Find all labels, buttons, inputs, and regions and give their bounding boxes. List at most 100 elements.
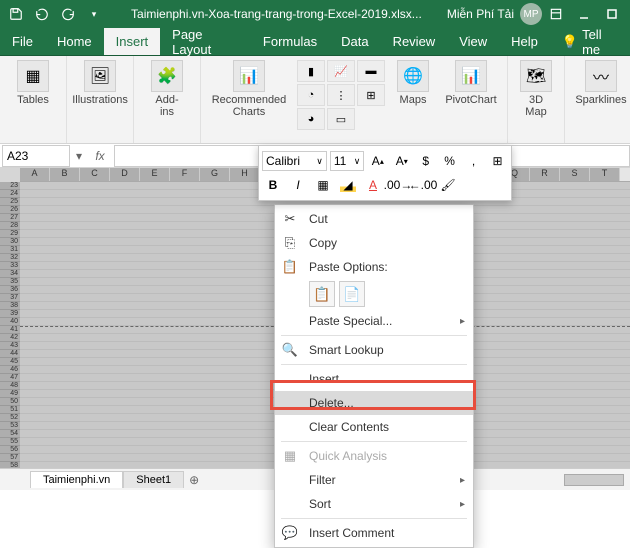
increase-decimal-button[interactable]: .00→ bbox=[387, 175, 409, 195]
row-header[interactable]: 52 bbox=[0, 414, 20, 422]
qat-customize-button[interactable]: ▾ bbox=[82, 2, 106, 26]
context-delete[interactable]: Delete... bbox=[275, 391, 473, 415]
context-copy[interactable]: ⎘Copy bbox=[275, 231, 473, 255]
row-header[interactable]: 24 bbox=[0, 190, 20, 198]
illustrations-button[interactable]: 🖼Illustrations bbox=[73, 60, 127, 106]
tab-file[interactable]: File bbox=[0, 28, 45, 55]
row-header[interactable]: 44 bbox=[0, 350, 20, 358]
column-header[interactable]: H bbox=[230, 168, 260, 181]
row-header[interactable]: 25 bbox=[0, 198, 20, 206]
column-header[interactable]: F bbox=[170, 168, 200, 181]
tab-review[interactable]: Review bbox=[381, 28, 448, 55]
column-header[interactable]: B bbox=[50, 168, 80, 181]
context-smart-lookup[interactable]: 🔍Smart Lookup bbox=[275, 338, 473, 362]
tab-page-layout[interactable]: Page Layout bbox=[160, 28, 251, 55]
context-filter[interactable]: Filter▸ bbox=[275, 468, 473, 492]
pie-chart-button[interactable]: ◕ bbox=[297, 108, 325, 130]
row-header[interactable]: 42 bbox=[0, 334, 20, 342]
border-button[interactable]: ▦ bbox=[312, 175, 334, 195]
tab-formulas[interactable]: Formulas bbox=[251, 28, 329, 55]
bar-chart-button[interactable]: ▮ bbox=[297, 60, 325, 82]
column-header[interactable]: R bbox=[530, 168, 560, 181]
row-header[interactable]: 23 bbox=[0, 182, 20, 190]
waterfall-chart-button[interactable]: ▬ bbox=[357, 60, 385, 82]
scatter-chart-button[interactable]: ⋮ bbox=[327, 84, 355, 106]
line-chart-button[interactable]: 📈 bbox=[327, 60, 355, 82]
percent-format-button[interactable]: % bbox=[439, 151, 460, 171]
ribbon-options-button[interactable] bbox=[542, 2, 570, 26]
3d-map-button[interactable]: 🗺3D Map bbox=[514, 60, 558, 118]
row-header[interactable]: 50 bbox=[0, 398, 20, 406]
column-header[interactable]: T bbox=[590, 168, 620, 181]
row-header[interactable]: 38 bbox=[0, 302, 20, 310]
row-header[interactable]: 57 bbox=[0, 454, 20, 462]
account-area[interactable]: Miễn Phí Tải MP bbox=[447, 3, 542, 25]
name-box[interactable]: A23 bbox=[2, 145, 70, 167]
row-header[interactable]: 46 bbox=[0, 366, 20, 374]
italic-button[interactable]: I bbox=[287, 175, 309, 195]
font-size-selector[interactable]: 11 ∨ bbox=[330, 151, 365, 171]
row-header[interactable]: 40 bbox=[0, 318, 20, 326]
row-header[interactable]: 31 bbox=[0, 246, 20, 254]
conditional-format-button[interactable]: ⊞ bbox=[487, 151, 508, 171]
comma-format-button[interactable]: , bbox=[463, 151, 484, 171]
row-header[interactable]: 37 bbox=[0, 294, 20, 302]
row-header[interactable]: 39 bbox=[0, 310, 20, 318]
row-header[interactable]: 54 bbox=[0, 430, 20, 438]
column-header[interactable]: C bbox=[80, 168, 110, 181]
row-header[interactable]: 55 bbox=[0, 438, 20, 446]
maps-button[interactable]: 🌐Maps bbox=[391, 60, 435, 106]
column-header[interactable]: E bbox=[140, 168, 170, 181]
context-insert-comment[interactable]: 💬Insert Comment bbox=[275, 521, 473, 545]
row-header[interactable]: 56 bbox=[0, 446, 20, 454]
tab-data[interactable]: Data bbox=[329, 28, 380, 55]
combo-chart-button[interactable]: ⊞ bbox=[357, 84, 385, 106]
sheet-tab-1[interactable]: Taimienphi.vn bbox=[30, 471, 123, 488]
redo-button[interactable] bbox=[56, 2, 80, 26]
decrease-decimal-button[interactable]: ←.00 bbox=[412, 175, 434, 195]
tab-home[interactable]: Home bbox=[45, 28, 104, 55]
column-header[interactable]: A bbox=[20, 168, 50, 181]
context-paste-special[interactable]: Paste Special...▸ bbox=[275, 309, 473, 333]
row-header[interactable]: 28 bbox=[0, 222, 20, 230]
decrease-font-button[interactable]: A▾ bbox=[391, 151, 412, 171]
paste-values-button[interactable]: 📄 bbox=[339, 281, 365, 307]
row-header[interactable]: 29 bbox=[0, 230, 20, 238]
name-box-dropdown[interactable]: ▾ bbox=[72, 149, 86, 163]
sheet-tab-2[interactable]: Sheet1 bbox=[123, 471, 184, 488]
row-header[interactable]: 34 bbox=[0, 270, 20, 278]
font-selector[interactable]: Calibri ∨ bbox=[262, 151, 327, 171]
horizontal-scrollbar[interactable] bbox=[564, 474, 624, 486]
context-cut[interactable]: ✂Cut bbox=[275, 207, 473, 231]
row-header[interactable]: 49 bbox=[0, 390, 20, 398]
fx-button[interactable]: fx bbox=[86, 149, 114, 163]
row-header[interactable]: 41 bbox=[0, 326, 20, 334]
font-color-button[interactable]: A bbox=[362, 175, 384, 195]
maximize-button[interactable] bbox=[598, 2, 626, 26]
save-button[interactable] bbox=[4, 2, 28, 26]
hierarchy-chart-button[interactable]: ◔ bbox=[297, 84, 325, 106]
column-header[interactable]: S bbox=[560, 168, 590, 181]
stat-chart-button[interactable]: ▭ bbox=[327, 108, 355, 130]
row-header[interactable]: 48 bbox=[0, 382, 20, 390]
tab-insert[interactable]: Insert bbox=[104, 28, 161, 55]
context-sort[interactable]: Sort▸ bbox=[275, 492, 473, 516]
row-header[interactable]: 43 bbox=[0, 342, 20, 350]
tables-button[interactable]: ▦Tables bbox=[6, 60, 60, 106]
context-insert[interactable]: Insert... bbox=[275, 367, 473, 391]
row-header[interactable]: 36 bbox=[0, 286, 20, 294]
new-sheet-button[interactable]: ⊕ bbox=[184, 473, 204, 487]
context-clear-contents[interactable]: Clear Contents bbox=[275, 415, 473, 439]
format-painter-button[interactable]: 🖌 bbox=[437, 175, 459, 195]
row-header[interactable]: 32 bbox=[0, 254, 20, 262]
undo-button[interactable] bbox=[30, 2, 54, 26]
tab-view[interactable]: View bbox=[447, 28, 499, 55]
row-header[interactable]: 53 bbox=[0, 422, 20, 430]
row-headers[interactable]: 2324252627282930313233343536373839404142… bbox=[0, 182, 20, 490]
row-header[interactable]: 35 bbox=[0, 278, 20, 286]
column-header[interactable]: D bbox=[110, 168, 140, 181]
row-header[interactable]: 45 bbox=[0, 358, 20, 366]
minimize-button[interactable] bbox=[570, 2, 598, 26]
accounting-format-button[interactable]: $ bbox=[415, 151, 436, 171]
row-header[interactable]: 47 bbox=[0, 374, 20, 382]
